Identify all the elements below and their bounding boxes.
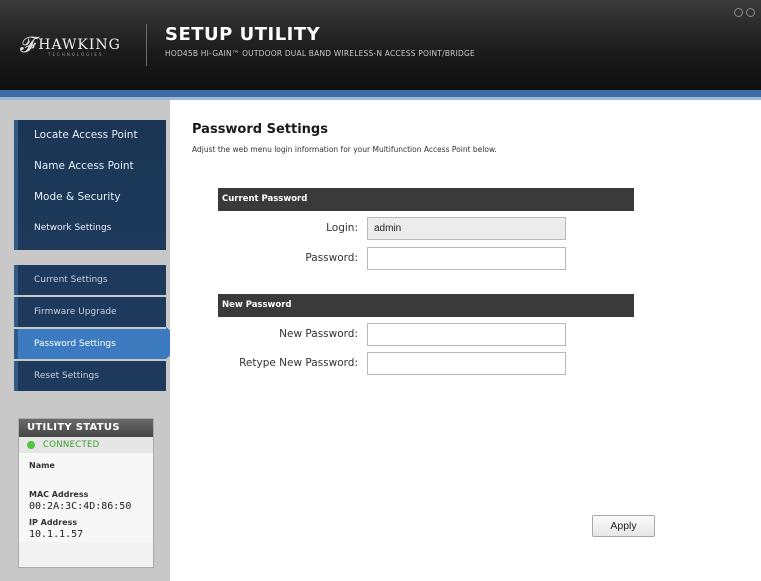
primary-nav: Locate Access Point Name Access Point Mo… bbox=[14, 120, 166, 250]
nav-current-settings[interactable]: Current Settings bbox=[14, 265, 166, 295]
connected-indicator-icon bbox=[27, 441, 35, 449]
logo-subtext: TECHNOLOGIES bbox=[48, 52, 104, 57]
mac-address-value: 00:2A:3C:4D:86:50 bbox=[29, 501, 132, 512]
connection-status: CONNECTED bbox=[19, 437, 153, 453]
new-password-section-header: New Password bbox=[218, 294, 634, 317]
status-header: UTILITY STATUS bbox=[19, 419, 153, 437]
utility-status-panel: UTILITY STATUS CONNECTED Name MAC Addres… bbox=[18, 418, 154, 568]
header-divider bbox=[146, 24, 147, 66]
new-password-row: New Password: bbox=[170, 322, 738, 346]
nav-name-access-point[interactable]: Name Access Point bbox=[18, 151, 166, 182]
ip-address-value: 10.1.1.57 bbox=[29, 529, 84, 540]
status-details: Name MAC Address 00:2A:3C:4D:86:50 IP Ad… bbox=[19, 453, 153, 542]
password-label: Password: bbox=[305, 252, 358, 264]
hawking-logo: 𝓕 HAWKING TECHNOLOGIES bbox=[20, 30, 121, 60]
app-title: SETUP UTILITY bbox=[165, 24, 321, 45]
apply-button[interactable]: Apply bbox=[592, 515, 655, 537]
close-icon[interactable] bbox=[746, 8, 755, 17]
login-row: Login: bbox=[170, 216, 738, 240]
main-content: Password Settings Adjust the web menu lo… bbox=[170, 100, 761, 581]
header-accent-band bbox=[0, 90, 761, 97]
login-label: Login: bbox=[326, 222, 358, 234]
retype-password-field[interactable] bbox=[367, 351, 566, 375]
connection-status-text: CONNECTED bbox=[43, 440, 100, 450]
nav-firmware-upgrade[interactable]: Firmware Upgrade bbox=[14, 297, 166, 327]
app-subtitle: HOD45B HI-GAIN™ OUTDOOR DUAL BAND WIRELE… bbox=[165, 49, 475, 58]
nav-locate-access-point[interactable]: Locate Access Point bbox=[18, 120, 166, 151]
password-row: Password: bbox=[170, 246, 738, 270]
retype-password-label: Retype New Password: bbox=[239, 357, 358, 369]
retype-password-row: Retype New Password: bbox=[170, 351, 738, 375]
page-description: Adjust the web menu login information fo… bbox=[192, 145, 497, 154]
app-header: 𝓕 HAWKING TECHNOLOGIES SETUP UTILITY HOD… bbox=[0, 0, 761, 90]
nav-mode-security[interactable]: Mode & Security bbox=[18, 182, 166, 213]
nav-password-settings[interactable]: Password Settings bbox=[14, 329, 166, 359]
login-field[interactable] bbox=[367, 216, 566, 240]
window-controls bbox=[734, 8, 755, 17]
new-password-field[interactable] bbox=[367, 322, 566, 346]
mac-address-label: MAC Address bbox=[29, 490, 89, 499]
current-password-section-header: Current Password bbox=[218, 188, 634, 211]
name-label: Name bbox=[29, 461, 55, 470]
new-password-label: New Password: bbox=[279, 328, 358, 340]
sidebar: Locate Access Point Name Access Point Mo… bbox=[0, 100, 184, 581]
minimize-icon[interactable] bbox=[734, 8, 743, 17]
name-value bbox=[29, 472, 143, 486]
ip-address-label: IP Address bbox=[29, 518, 78, 527]
secondary-nav: Current Settings Firmware Upgrade Passwo… bbox=[14, 265, 166, 393]
nav-network-settings[interactable]: Network Settings bbox=[18, 213, 166, 244]
hawking-logo-mark-icon: 𝓕 bbox=[20, 32, 37, 58]
current-password-field[interactable] bbox=[367, 246, 566, 270]
logo-text: HAWKING bbox=[38, 37, 121, 53]
page-title: Password Settings bbox=[192, 122, 328, 137]
nav-reset-settings[interactable]: Reset Settings bbox=[14, 361, 166, 391]
